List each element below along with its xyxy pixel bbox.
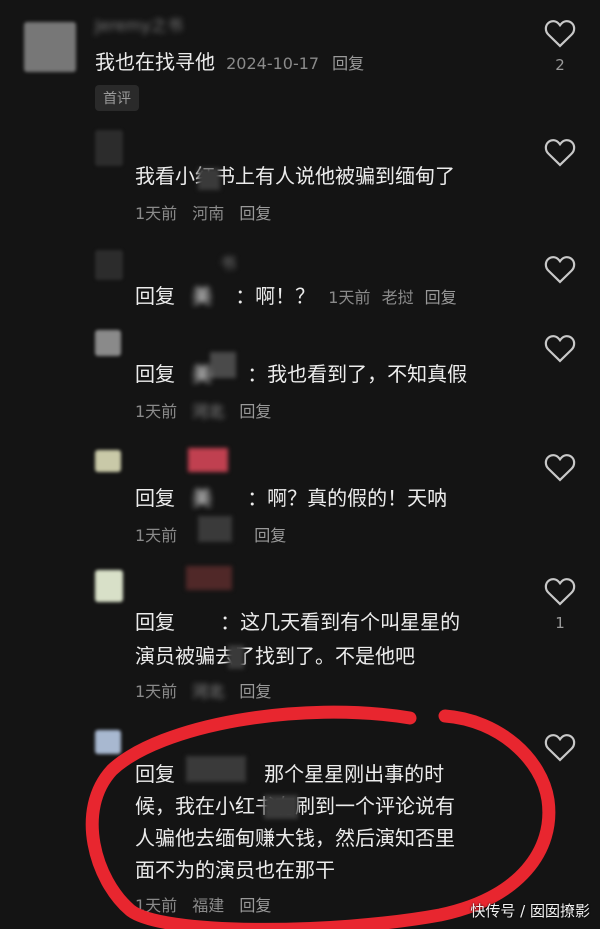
comment-body: 我也在找寻他 2024-10-17 回复 bbox=[95, 46, 364, 78]
reply-location: 老挝 bbox=[381, 288, 414, 307]
reply-body: 回复 美 ：啊！？ 1天前 老挝 回复 bbox=[135, 280, 457, 312]
redacted-area bbox=[264, 795, 298, 819]
reply-text-line: 面不为的演员也在那干 bbox=[135, 858, 335, 882]
avatar[interactable] bbox=[95, 130, 123, 166]
reply-body: 回复 ：这几天看到有个叫星星的 bbox=[135, 606, 460, 638]
redacted-area bbox=[188, 448, 228, 472]
reply-location: 福建 bbox=[192, 896, 225, 915]
heart-outline-icon bbox=[544, 454, 576, 482]
like-button[interactable] bbox=[543, 732, 577, 762]
reply-prefix: 回复 bbox=[135, 486, 175, 510]
reply-button[interactable]: 回复 bbox=[239, 402, 271, 421]
avatar[interactable] bbox=[95, 570, 123, 602]
redacted-area bbox=[228, 645, 244, 669]
avatar[interactable] bbox=[95, 250, 123, 280]
reply-prefix: 回复 bbox=[135, 362, 175, 386]
reply-text-line: 演员被骗去了找到了。不是他吧 bbox=[135, 644, 415, 668]
reply-time: 1天前 bbox=[135, 204, 178, 223]
avatar[interactable] bbox=[95, 730, 121, 754]
avatar[interactable] bbox=[24, 22, 76, 72]
heart-outline-icon bbox=[544, 734, 576, 762]
reply-meta: 1天前 回复 bbox=[135, 522, 296, 546]
like-button[interactable] bbox=[543, 333, 577, 363]
reply-button[interactable]: 回复 bbox=[254, 526, 286, 545]
reply-prefix: 回复 bbox=[135, 284, 175, 308]
reply-time: 1天前 bbox=[135, 682, 178, 701]
comment-text: 我也在找寻他 bbox=[95, 50, 215, 74]
reply-body: 回复 美 ：我也看到了，不知真假 bbox=[135, 358, 467, 390]
reply-button[interactable]: 回复 bbox=[332, 54, 364, 73]
reply-text-line: 那个星星刚出事的时 bbox=[264, 762, 445, 786]
reply-button[interactable]: 回复 bbox=[239, 682, 271, 701]
first-comment-badge: 首评 bbox=[95, 85, 139, 111]
like-button[interactable] bbox=[543, 18, 577, 48]
reply-text: ：啊？真的假的！天呐 bbox=[247, 486, 448, 510]
heart-outline-icon bbox=[544, 20, 576, 48]
reply-text-line: 人骗他去缅甸赚大钱，然后演知否里 bbox=[135, 826, 455, 850]
reply-button[interactable]: 回复 bbox=[425, 288, 457, 307]
reply-time: 1天前 bbox=[135, 526, 178, 545]
like-button[interactable] bbox=[543, 452, 577, 482]
reply-target[interactable]: 美 bbox=[192, 362, 212, 386]
reply-prefix: 回复 bbox=[135, 762, 175, 786]
like-count: 2 bbox=[555, 56, 565, 74]
watermark: 快传号 / 囡囡撩影 bbox=[470, 902, 590, 920]
reply-text: ：啊！？ bbox=[235, 284, 316, 308]
comment-date: 2024-10-17 bbox=[226, 54, 320, 73]
reply-button[interactable]: 回复 bbox=[239, 204, 271, 223]
reply-prefix: 回复 bbox=[135, 610, 175, 634]
reply-meta: 1天前 福建 回复 bbox=[135, 892, 281, 916]
heart-outline-icon bbox=[544, 578, 576, 606]
like-button[interactable] bbox=[543, 576, 577, 606]
reply-author[interactable]: 书 bbox=[220, 250, 236, 274]
like-button[interactable] bbox=[543, 254, 577, 284]
reply-button[interactable]: 回复 bbox=[239, 896, 271, 915]
reply-time: 1天前 bbox=[135, 402, 178, 421]
avatar[interactable] bbox=[95, 330, 121, 356]
comment-author[interactable]: Jeremy之书 bbox=[95, 12, 183, 36]
reply-time: 1天前 bbox=[328, 288, 371, 307]
reply-text: ：我也看到了，不知真假 bbox=[247, 362, 468, 386]
reply-target[interactable]: 美 bbox=[192, 284, 212, 308]
like-button[interactable] bbox=[543, 137, 577, 167]
reply-meta: 1天前 河南 回复 bbox=[135, 200, 281, 224]
redacted-area bbox=[198, 168, 220, 190]
reply-time: 1天前 bbox=[135, 896, 178, 915]
heart-outline-icon bbox=[544, 139, 576, 167]
heart-outline-icon bbox=[544, 335, 576, 363]
reply-body: 回复 美 ：啊？真的假的！天呐 bbox=[135, 482, 447, 514]
reply-location: 河南 bbox=[192, 204, 225, 223]
reply-body: 回复 那个星星刚出事的时 bbox=[135, 758, 444, 790]
reply-location: 河北 bbox=[192, 682, 225, 701]
heart-outline-icon bbox=[544, 256, 576, 284]
reply-target[interactable]: 美 bbox=[192, 486, 212, 510]
reply-meta: 1天前 河北 回复 bbox=[135, 398, 281, 422]
reply-text: 我看小红书上有人说他被骗到缅甸了 bbox=[135, 164, 455, 188]
reply-location: 河北 bbox=[192, 402, 225, 421]
reply-meta: 1天前 河北 回复 bbox=[135, 678, 281, 702]
like-count: 1 bbox=[555, 614, 565, 632]
redacted-area bbox=[186, 566, 232, 590]
avatar[interactable] bbox=[95, 450, 121, 472]
reply-text-line: ：这几天看到有个叫星星的 bbox=[220, 610, 461, 634]
